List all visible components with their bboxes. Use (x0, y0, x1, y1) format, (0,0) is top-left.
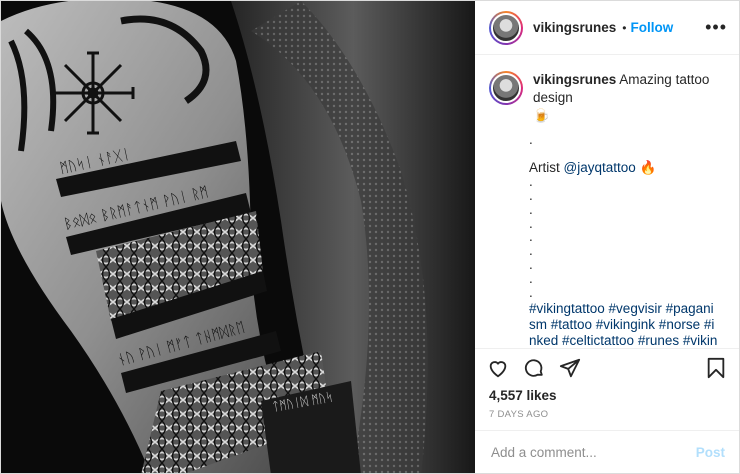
spacer-dot: . (529, 257, 533, 273)
beer-emoji: 🍺 (533, 108, 550, 123)
caption-body: . Artist @jayqtattoo 🔥 . . . . . . . . . (529, 125, 719, 348)
spacer-dot: . (529, 271, 533, 287)
more-options-icon[interactable]: ••• (705, 17, 727, 38)
comment-icon[interactable] (523, 357, 545, 379)
post-button[interactable]: Post (696, 445, 725, 460)
caption-username[interactable]: vikingsrunes (533, 72, 616, 87)
spacer-dot: . (529, 173, 533, 189)
spacer-dot: . (529, 201, 533, 217)
heart-icon[interactable] (487, 357, 509, 379)
spacer-dot: . (529, 215, 533, 231)
caption-text: vikingsrunes Amazing tattoo design 🍺 (533, 71, 723, 125)
spacer-dots: . . . . . . . . . (529, 173, 719, 301)
action-bar (475, 348, 739, 387)
tattoo-sleeve-illustration: ᛗᚢᛋᛁ ᚾᚨᚷᛁ ᛒᛟᛞᛟ ᛒᚱᛗᚨᛏᚾᛗ ᚹᚢᛁ ᚱᛗ ᚾᚢ ᚹᚢᛁ ᛗᚠᛏ… (1, 1, 475, 473)
add-comment-bar: Post (475, 430, 739, 473)
hashtags-text[interactable]: #vikingtattoo #vegvisir #paganism #tatto… (529, 301, 719, 348)
username-link[interactable]: vikingsrunes (533, 20, 616, 35)
follow-button[interactable]: Follow (630, 20, 673, 35)
comment-input[interactable] (489, 443, 696, 461)
post-image[interactable]: ᛗᚢᛋᛁ ᚾᚨᚷᛁ ᛒᛟᛞᛟ ᛒᚱᛗᚨᛏᚾᛗ ᚹᚢᛁ ᚱᛗ ᚾᚢ ᚹᚢᛁ ᛗᚠᛏ… (1, 1, 475, 473)
artist-handle-link[interactable]: @jayqtattoo (564, 160, 636, 175)
separator-dot: • (622, 20, 627, 35)
fire-emoji: 🔥 (639, 159, 657, 175)
post-header: vikingsrunes • Follow ••• (475, 1, 739, 55)
post-dialog: ᛗᚢᛋᛁ ᚾᚨᚷᛁ ᛒᛟᛞᛟ ᛒᚱᛗᚨᛏᚾᛗ ᚹᚢᛁ ᚱᛗ ᚾᚢ ᚹᚢᛁ ᛗᚠᛏ… (0, 0, 740, 474)
likes-count[interactable]: 4,557 likes (475, 387, 739, 403)
post-age[interactable]: 7 DAYS AGO (475, 403, 739, 430)
spacer-dot: . (529, 285, 533, 301)
avatar[interactable] (489, 10, 523, 45)
post-sidebar: vikingsrunes • Follow ••• vikingsrunes A… (475, 1, 739, 473)
spacer-dot: . (529, 187, 533, 203)
spacer-dot: . (529, 243, 533, 259)
artist-line: Artist @jayqtattoo 🔥 (529, 159, 719, 175)
caption-row: vikingsrunes Amazing tattoo design 🍺 (489, 71, 725, 125)
artist-prefix: Artist (529, 159, 560, 175)
spacer-dot: . (529, 229, 533, 245)
caption-avatar[interactable] (489, 71, 523, 105)
share-icon[interactable] (559, 357, 581, 379)
bookmark-icon[interactable] (705, 357, 727, 379)
comments-area[interactable]: vikingsrunes Amazing tattoo design 🍺 . A… (475, 55, 739, 348)
caption-dot: . (529, 132, 533, 147)
